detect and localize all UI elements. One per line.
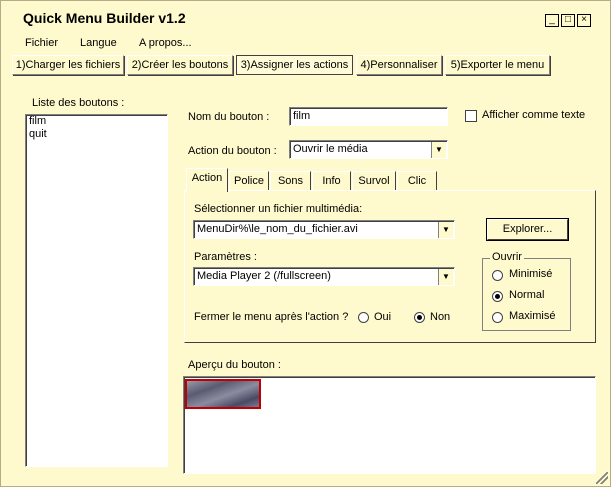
tab-police[interactable]: Police bbox=[229, 171, 269, 191]
parameters-value: Media Player 2 (/fullscreen) bbox=[197, 270, 331, 282]
step-3-assign-actions-button[interactable]: 3)Assigner les actions bbox=[236, 55, 353, 75]
window-title: Quick Menu Builder v1.2 bbox=[23, 10, 186, 26]
tab-sons[interactable]: Sons bbox=[270, 171, 311, 191]
button-action-label: Action du bouton : bbox=[188, 145, 277, 157]
open-maximized-radio[interactable] bbox=[492, 312, 503, 323]
tab-action[interactable]: Action bbox=[186, 168, 228, 192]
open-maximized-label: Maximisé bbox=[509, 310, 556, 322]
button-name-label: Nom du bouton : bbox=[188, 111, 270, 123]
button-action-select[interactable]: Ouvrir le média ▼ bbox=[289, 140, 448, 159]
open-mode-title: Ouvrir bbox=[490, 251, 524, 263]
step-4-customize-button[interactable]: 4)Personnaliser bbox=[356, 55, 442, 75]
open-normal-label: Normal bbox=[509, 289, 545, 301]
menu-fichier[interactable]: Fichier bbox=[25, 37, 58, 49]
parameters-label: Paramètres : bbox=[194, 251, 257, 263]
media-file-select[interactable]: MenuDir%\le_nom_du_fichier.avi ▼ bbox=[193, 220, 455, 239]
list-item[interactable]: film bbox=[26, 115, 167, 128]
media-file-label: Sélectionner un fichier multimédia: bbox=[194, 203, 363, 215]
step-2-create-buttons-button[interactable]: 2)Créer les boutons bbox=[127, 55, 233, 75]
button-preview-image bbox=[185, 379, 261, 409]
button-list-label: Liste des boutons : bbox=[32, 97, 125, 109]
minimize-button[interactable]: _ bbox=[545, 14, 559, 27]
media-file-value: MenuDir%\le_nom_du_fichier.avi bbox=[197, 223, 358, 235]
tab-survol[interactable]: Survol bbox=[352, 171, 396, 191]
app-window: Quick Menu Builder v1.2 _ □ × Fichier La… bbox=[0, 0, 611, 487]
browse-button[interactable]: Explorer... bbox=[487, 219, 568, 240]
button-preview-area bbox=[183, 376, 596, 474]
preview-label: Aperçu du bouton : bbox=[188, 359, 281, 371]
open-minimized-label: Minimisé bbox=[509, 268, 553, 280]
maximize-button[interactable]: □ bbox=[561, 14, 575, 27]
close-menu-no-radio[interactable] bbox=[414, 312, 425, 323]
parameters-select[interactable]: Media Player 2 (/fullscreen) ▼ bbox=[193, 267, 455, 286]
open-minimized-radio[interactable] bbox=[492, 270, 503, 281]
title-bar[interactable]: Quick Menu Builder v1.2 _ □ × bbox=[1, 5, 610, 29]
close-button[interactable]: × bbox=[577, 14, 591, 27]
button-list[interactable]: film quit bbox=[25, 114, 168, 467]
chevron-down-icon[interactable]: ▼ bbox=[431, 142, 446, 158]
close-menu-no-label: Non bbox=[430, 311, 451, 323]
chevron-down-icon[interactable]: ▼ bbox=[438, 222, 453, 238]
tab-info[interactable]: Info bbox=[312, 171, 351, 191]
close-menu-yes-radio[interactable] bbox=[358, 312, 369, 323]
show-as-text-label: Afficher comme texte bbox=[482, 109, 586, 121]
step-1-load-files-button[interactable]: 1)Charger les fichiers bbox=[12, 55, 124, 75]
open-normal-radio[interactable] bbox=[492, 291, 503, 302]
close-menu-yes-label: Oui bbox=[374, 311, 392, 323]
open-mode-group: Ouvrir Minimisé Normal Maximisé bbox=[482, 251, 571, 331]
menu-a-propos[interactable]: A propos... bbox=[139, 37, 192, 49]
menu-langue[interactable]: Langue bbox=[80, 37, 117, 49]
close-menu-question: Fermer le menu après l'action ? bbox=[194, 311, 349, 323]
chevron-down-icon[interactable]: ▼ bbox=[438, 269, 453, 285]
button-name-input[interactable]: film bbox=[289, 107, 448, 126]
button-action-value: Ouvrir le média bbox=[293, 143, 368, 155]
tab-clic[interactable]: Clic bbox=[397, 171, 437, 191]
step-5-export-menu-button[interactable]: 5)Exporter le menu bbox=[445, 55, 550, 75]
menu-bar: Fichier Langue A propos... bbox=[1, 33, 610, 53]
resize-grip-icon[interactable] bbox=[596, 472, 608, 484]
list-item[interactable]: quit bbox=[26, 128, 167, 141]
show-as-text-checkbox[interactable] bbox=[465, 110, 477, 122]
